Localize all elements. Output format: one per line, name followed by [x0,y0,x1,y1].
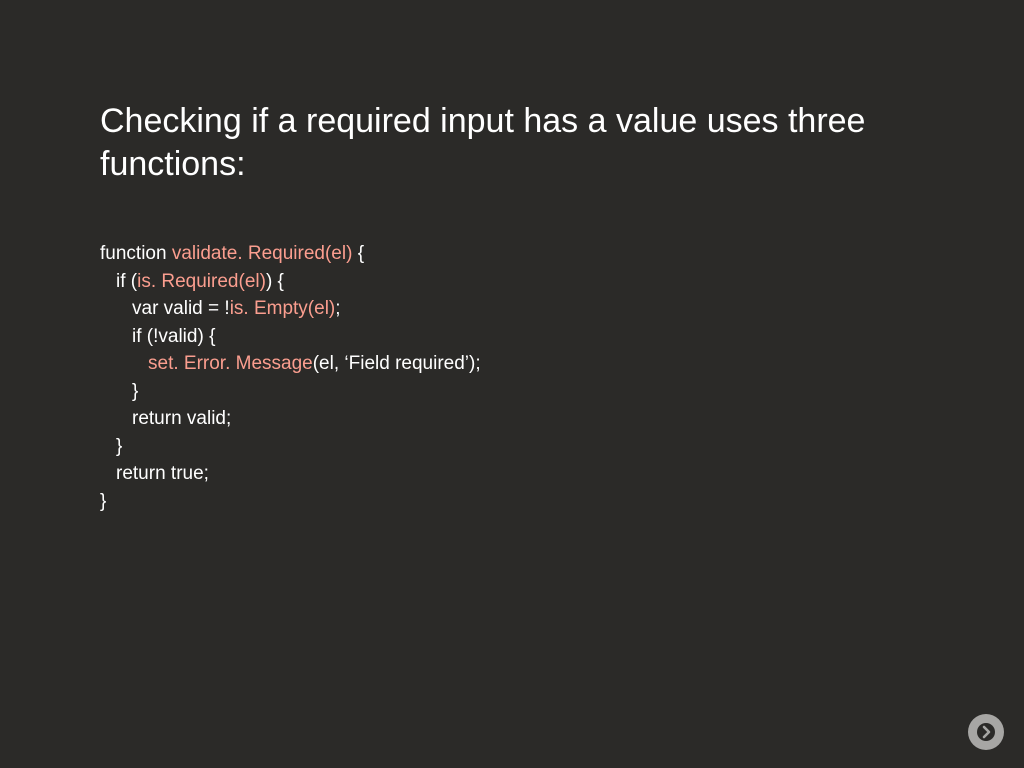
code-text: } [132,381,138,402]
code-text: if ( [116,271,137,292]
code-block: function validate. Required(el) { if (is… [100,240,924,515]
slide: Checking if a required input has a value… [0,0,1024,768]
code-line: } [100,433,924,461]
slide-heading: Checking if a required input has a value… [100,100,924,185]
code-line: var valid = !is. Empty(el); [100,295,924,323]
code-line: } [100,488,924,516]
code-text: var valid = ! [132,298,230,319]
code-line: if (!valid) { [100,323,924,351]
code-line: } [100,378,924,406]
code-text: { [352,243,364,264]
code-text: return valid; [132,408,231,429]
code-line: set. Error. Message(el, ‘Field required’… [100,350,924,378]
code-text: ) { [266,271,284,292]
code-text: (el, ‘Field required’); [313,353,481,374]
code-highlight: is. Empty(el) [230,298,336,319]
arrow-right-circle-icon [976,722,996,742]
code-text: function [100,243,172,264]
code-highlight: validate. Required(el) [172,243,353,264]
code-highlight: set. Error. Message [148,353,313,374]
code-highlight: is. Required(el) [137,271,266,292]
code-text: if (!valid) { [132,326,215,347]
code-text: } [116,436,122,457]
code-text: return true; [116,463,209,484]
code-text: } [100,491,106,512]
code-line: if (is. Required(el)) { [100,268,924,296]
next-button[interactable] [968,714,1004,750]
code-text: ; [335,298,340,319]
code-line: return valid; [100,405,924,433]
code-line: return true; [100,460,924,488]
code-line: function validate. Required(el) { [100,240,924,268]
